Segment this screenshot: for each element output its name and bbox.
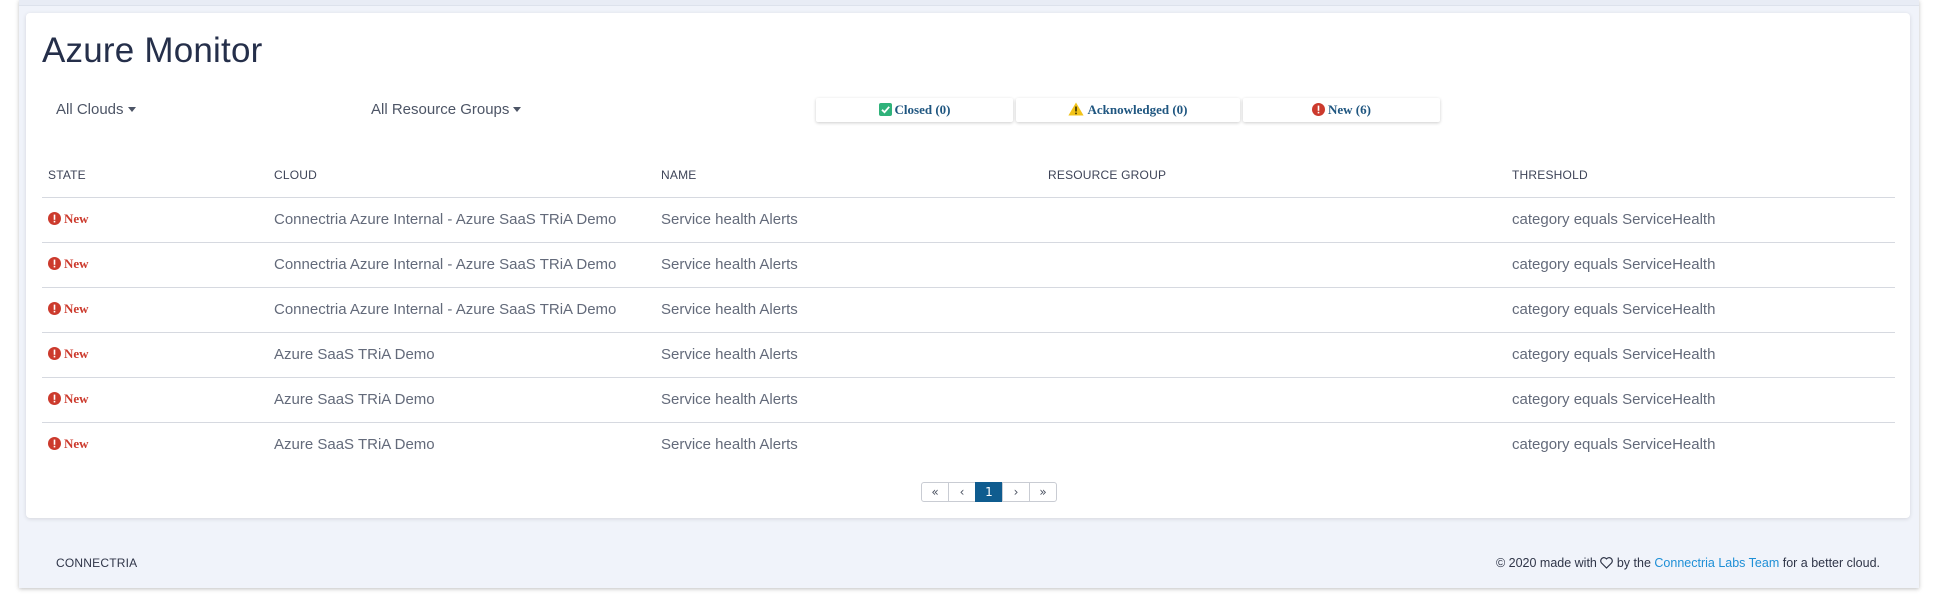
state-badge: New	[48, 391, 89, 407]
pagination-first-button[interactable]: «	[921, 482, 949, 502]
app-shell: Azure Monitor All Clouds All Resource Gr…	[19, 0, 1919, 588]
tab-acknowledged[interactable]: Acknowledged (0)	[1016, 98, 1240, 122]
pagination-page-1[interactable]: 1	[975, 482, 1003, 502]
exclamation-circle-icon	[48, 257, 61, 270]
threshold-cell: category equals ServiceHealth	[1512, 346, 1716, 363]
threshold-cell: category equals ServiceHealth	[1512, 391, 1716, 408]
table-body: New Connectria Azure Internal - Azure Saa…	[42, 198, 1895, 467]
exclamation-circle-icon	[48, 437, 61, 450]
pagination: « ‹ 1 › »	[921, 482, 1057, 502]
footer-team-link[interactable]: Connectria Labs Team	[1654, 556, 1779, 570]
tab-new[interactable]: New (6)	[1243, 98, 1440, 122]
exclamation-circle-icon	[48, 302, 61, 315]
footer-suffix: for a better cloud.	[1782, 556, 1880, 570]
column-header-threshold[interactable]: THRESHOLD	[1512, 168, 1588, 182]
resource-groups-filter-dropdown[interactable]: All Resource Groups	[371, 101, 522, 118]
pagination-last-button[interactable]: »	[1029, 482, 1057, 502]
footer-by-the: by the	[1616, 556, 1651, 570]
clouds-filter-label: All Clouds	[56, 101, 124, 118]
threshold-cell: category equals ServiceHealth	[1512, 301, 1716, 318]
resource-groups-filter-label: All Resource Groups	[371, 101, 510, 118]
cloud-cell: Azure SaaS TRiA Demo	[274, 391, 435, 408]
column-header-state[interactable]: STATE	[48, 168, 86, 182]
name-cell: Service health Alerts	[661, 346, 798, 363]
pagination-next-button[interactable]: ›	[1002, 482, 1030, 502]
name-cell: Service health Alerts	[661, 256, 798, 273]
warning-triangle-icon	[1068, 102, 1085, 116]
name-cell: Service health Alerts	[661, 301, 798, 318]
cloud-cell: Connectria Azure Internal - Azure SaaS T…	[274, 256, 617, 273]
threshold-cell: category equals ServiceHealth	[1512, 436, 1716, 453]
exclamation-circle-icon	[48, 392, 61, 405]
state-label: New	[64, 436, 89, 451]
pagination-prev-button[interactable]: ‹	[948, 482, 976, 502]
cloud-cell: Azure SaaS TRiA Demo	[274, 436, 435, 453]
footer-copyright: © 2020 made with	[1495, 556, 1597, 570]
threshold-cell: category equals ServiceHealth	[1512, 211, 1716, 228]
name-cell: Service health Alerts	[661, 391, 798, 408]
tab-new-label: New (6)	[1328, 102, 1371, 117]
alerts-table: STATE CLOUD NAME RESOURCE GROUP THRESHOL…	[42, 161, 1895, 467]
state-badge: New	[48, 301, 89, 317]
state-badge: New	[48, 211, 89, 227]
column-header-name[interactable]: NAME	[661, 168, 696, 182]
state-label: New	[64, 301, 89, 316]
state-label: New	[64, 391, 89, 406]
footer-credits: © 2020 made with by the Connectria Labs …	[1496, 556, 1880, 570]
table-header: STATE CLOUD NAME RESOURCE GROUP THRESHOL…	[42, 161, 1895, 198]
state-label: New	[64, 256, 89, 271]
azure-monitor-card: Azure Monitor All Clouds All Resource Gr…	[26, 13, 1910, 518]
check-square-icon	[878, 103, 892, 116]
tab-acknowledged-label: Acknowledged (0)	[1087, 102, 1188, 117]
caret-down-icon	[513, 107, 522, 112]
top-strip	[19, 0, 1919, 6]
threshold-cell: category equals ServiceHealth	[1512, 256, 1716, 273]
exclamation-circle-icon	[48, 347, 61, 360]
table-row[interactable]: New Connectria Azure Internal - Azure Saa…	[42, 198, 1895, 243]
table-row[interactable]: New Connectria Azure Internal - Azure Saa…	[42, 243, 1895, 288]
cloud-cell: Connectria Azure Internal - Azure SaaS T…	[274, 211, 617, 228]
name-cell: Service health Alerts	[661, 211, 798, 228]
heart-outline-icon	[1600, 557, 1614, 569]
footer-brand: CONNECTRIA	[56, 556, 138, 570]
state-badge: New	[48, 256, 89, 272]
page-title: Azure Monitor	[42, 31, 263, 70]
cloud-cell: Azure SaaS TRiA Demo	[274, 346, 435, 363]
column-header-resource-group[interactable]: RESOURCE GROUP	[1048, 168, 1166, 182]
state-label: New	[64, 211, 89, 226]
caret-down-icon	[127, 107, 136, 112]
name-cell: Service health Alerts	[661, 436, 798, 453]
exclamation-circle-icon	[1312, 103, 1326, 116]
state-badge: New	[48, 436, 89, 452]
exclamation-circle-icon	[48, 212, 61, 225]
tab-closed[interactable]: Closed (0)	[816, 98, 1013, 122]
table-row[interactable]: New Azure SaaS TRiA Demo Service health Al…	[42, 423, 1895, 467]
cloud-cell: Connectria Azure Internal - Azure SaaS T…	[274, 301, 617, 318]
table-row[interactable]: New Azure SaaS TRiA Demo Service health Al…	[42, 378, 1895, 423]
column-header-cloud[interactable]: CLOUD	[274, 168, 317, 182]
clouds-filter-dropdown[interactable]: All Clouds	[56, 101, 136, 118]
table-row[interactable]: New Azure SaaS TRiA Demo Service health Al…	[42, 333, 1895, 378]
table-row[interactable]: New Connectria Azure Internal - Azure Saa…	[42, 288, 1895, 333]
state-label: New	[64, 346, 89, 361]
state-badge: New	[48, 346, 89, 362]
tab-closed-label: Closed (0)	[894, 102, 951, 117]
